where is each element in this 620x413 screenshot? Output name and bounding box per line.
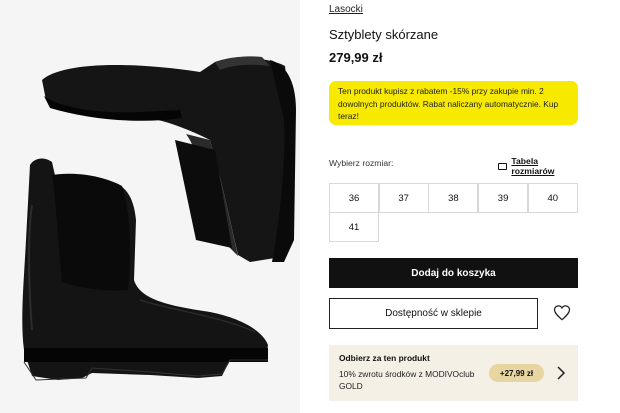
add-to-cart-button[interactable]: Dodaj do koszyka [329, 258, 578, 288]
store-availability-button[interactable]: Dostępność w sklepie [329, 298, 538, 329]
heart-icon[interactable] [552, 303, 572, 323]
size-table-label: Tabela rozmiarów [511, 156, 555, 176]
boots-illustration [22, 56, 296, 381]
size-table-link[interactable]: Tabela rozmiarów [498, 156, 578, 176]
reward-badge: +27,99 zł [489, 364, 544, 382]
brand-link[interactable]: Lasocki [329, 4, 363, 15]
product-title: Sztyblety skórzane [329, 27, 439, 42]
promo-banner: Ten produkt kupisz z rabatem -15% przy z… [329, 81, 578, 125]
size-option-39[interactable]: 39 [478, 183, 529, 213]
size-option-36[interactable]: 36 [329, 183, 379, 213]
reward-text: 10% zwrotu środków z MODIVOclub GOLD [339, 369, 475, 391]
reward-card[interactable]: Odbierz za ten produkt 10% zwrotu środkó… [329, 345, 578, 401]
reward-title: Odbierz za ten produkt [339, 353, 430, 363]
product-image[interactable] [0, 0, 300, 413]
size-option-41[interactable]: 41 [329, 212, 379, 242]
product-price: 279,99 zł [329, 50, 383, 65]
chevron-right-icon[interactable] [555, 365, 567, 381]
size-option-38[interactable]: 38 [428, 183, 479, 213]
size-option-40[interactable]: 40 [527, 183, 578, 213]
size-label: Wybierz rozmiar: [329, 158, 394, 168]
ruler-icon [498, 162, 508, 170]
size-option-37[interactable]: 37 [378, 183, 429, 213]
